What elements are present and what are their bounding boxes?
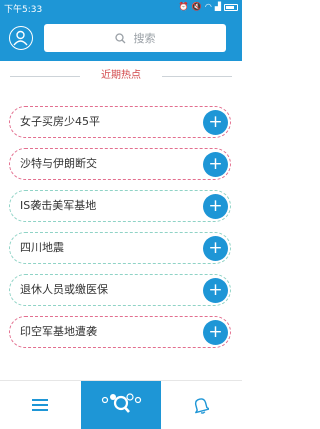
topic-item[interactable]: 退休人员或缴医保 +: [9, 274, 231, 306]
tab-search[interactable]: [81, 381, 161, 429]
topic-label: 退休人员或缴医保: [20, 283, 108, 296]
header: 搜索: [0, 15, 242, 61]
signal-icon: ▟: [214, 2, 221, 11]
search-icon: [101, 393, 142, 413]
tab-menu[interactable]: [0, 381, 80, 429]
topic-item[interactable]: 女子买房少45平 +: [9, 106, 231, 138]
topic-item[interactable]: 印空军基地遭袭 +: [9, 316, 231, 348]
topic-label: 印空军基地遭袭: [20, 325, 97, 338]
wifi-icon: ◠: [204, 2, 212, 11]
divider: [10, 76, 80, 77]
topic-label: IS袭击美军基地: [20, 199, 97, 212]
status-bar: 下午5:33 ⏰ 🔇 ◠ ▟: [0, 0, 242, 15]
section-header: 近期热点: [10, 68, 232, 84]
divider: [162, 76, 232, 77]
status-time: 下午5:33: [4, 5, 43, 15]
topic-item[interactable]: 沙特与伊朗断交 +: [9, 148, 231, 180]
tab-notifications[interactable]: [161, 381, 241, 429]
topic-item[interactable]: 四川地震 +: [9, 232, 231, 264]
alarm-icon: ⏰: [178, 2, 189, 11]
search-icon: [114, 32, 125, 43]
section-title: 近期热点: [101, 70, 141, 81]
bell-icon: [194, 398, 209, 414]
status-icons: ⏰ 🔇 ◠ ▟: [179, 1, 238, 13]
add-topic-button[interactable]: +: [203, 110, 228, 135]
add-topic-button[interactable]: +: [203, 236, 228, 261]
menu-icon: [32, 399, 48, 411]
topic-label: 女子买房少45平: [20, 115, 100, 128]
search-placeholder: 搜索: [133, 32, 156, 45]
topic-label: 沙特与伊朗断交: [20, 157, 97, 170]
add-topic-button[interactable]: +: [203, 194, 228, 219]
topic-item[interactable]: IS袭击美军基地 +: [9, 190, 231, 222]
add-topic-button[interactable]: +: [203, 278, 228, 303]
mute-icon: 🔇: [191, 2, 202, 11]
avatar[interactable]: [9, 26, 33, 50]
search-input[interactable]: 搜索: [44, 24, 226, 52]
add-topic-button[interactable]: +: [203, 320, 228, 345]
battery-icon: [224, 3, 238, 11]
add-topic-button[interactable]: +: [203, 152, 228, 177]
user-icon: [13, 30, 28, 46]
topic-label: 四川地震: [20, 241, 64, 254]
bottom-tab-bar: [0, 380, 242, 429]
